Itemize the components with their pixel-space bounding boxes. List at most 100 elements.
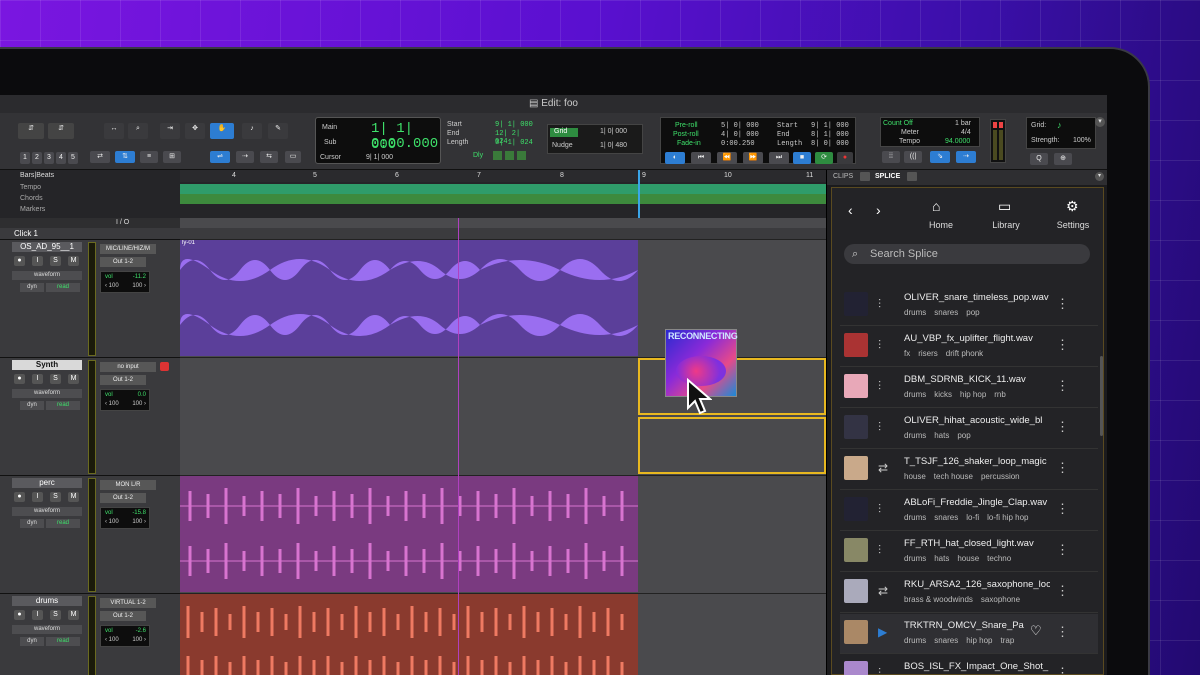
record-enable-button[interactable]: ●	[14, 492, 25, 502]
zoom-preset-5[interactable]: 5	[68, 152, 78, 164]
sample-tag[interactable]: snares	[934, 636, 958, 645]
sample-tag[interactable]: drums	[904, 636, 926, 645]
audio-clip[interactable]: ly-01	[180, 240, 638, 356]
r-button[interactable]	[493, 151, 502, 160]
fadein-label[interactable]: Fade-in	[677, 140, 701, 147]
tempo-value[interactable]: 94.0000	[945, 138, 970, 145]
quantize-icon[interactable]: Q	[1030, 153, 1048, 165]
metronome-icon[interactable]: ⁞⁞	[882, 151, 900, 163]
mute-button[interactable]: M	[68, 374, 79, 384]
more-options-icon[interactable]: ⋮	[1056, 501, 1069, 517]
preroll-label[interactable]: Pre-roll	[675, 122, 698, 129]
more-options-icon[interactable]: ⋮	[1056, 460, 1069, 476]
track-name[interactable]: perc	[12, 478, 82, 488]
sample-tag[interactable]: kicks	[934, 390, 952, 399]
nav-library-label[interactable]: Library	[976, 220, 1036, 230]
mirror-edit-icon[interactable]: ⇆	[260, 151, 278, 163]
forward-icon[interactable]: ›	[876, 202, 881, 218]
sample-tag[interactable]: pop	[966, 308, 979, 317]
zoom-midi-button[interactable]: ⇵	[48, 123, 74, 139]
audio-clip[interactable]	[180, 476, 638, 592]
sample-tag[interactable]: hats	[934, 431, 949, 440]
input-monitor-button[interactable]: I	[32, 256, 43, 266]
input-monitor-button[interactable]: I	[32, 374, 43, 384]
selection-start-value[interactable]: 9| 1| 000	[495, 121, 533, 129]
more-options-icon[interactable]: ⋮	[1056, 419, 1069, 435]
scrollbar[interactable]	[1100, 356, 1103, 436]
sample-tag[interactable]: trap	[1001, 636, 1015, 645]
sample-tag[interactable]: tech house	[934, 472, 973, 481]
meter-value[interactable]: 4/4	[961, 129, 971, 136]
transport-end-value[interactable]: 8| 1| 000	[811, 131, 849, 139]
volume-pan-display[interactable]: vol 0.0 ‹ 100 100 ›	[100, 389, 150, 411]
track-view-selector[interactable]: waveform	[12, 271, 82, 280]
sample-list-item[interactable]: ⇄ RKU_ARSA2_126_saxophone_loo brass & wood…	[840, 573, 1098, 613]
output-selector[interactable]: Out 1-2	[100, 375, 146, 385]
sample-tag[interactable]: rnb	[994, 390, 1006, 399]
play-loop-icon[interactable]: ⟳	[815, 152, 833, 164]
scrubber-tool-icon[interactable]: ♪	[242, 123, 262, 139]
folder-icon[interactable]: ▭	[998, 198, 1011, 215]
track-name[interactable]: OS_AD_95__1	[12, 242, 82, 252]
output-selector[interactable]: Out 1-2	[100, 611, 146, 621]
tab-to-transient-icon[interactable]: ⇢	[236, 151, 254, 163]
sample-tag[interactable]: hip hop	[966, 636, 992, 645]
input-selector[interactable]: VIRTUAL 1-2	[100, 598, 156, 608]
more-options-icon[interactable]: ⋮	[1056, 337, 1069, 353]
countoff-value[interactable]: 1 bar	[955, 120, 971, 127]
slip-mode-icon[interactable]: ⇅	[115, 151, 135, 163]
sample-tag[interactable]: drums	[904, 308, 926, 317]
zoom-preset-1[interactable]: 1	[20, 152, 30, 164]
sample-tag[interactable]: lo-fi hip hop	[987, 513, 1028, 522]
shuffle-mode-icon[interactable]: ⇄	[90, 151, 110, 163]
chords-ruler-label[interactable]: Chords	[20, 195, 43, 202]
tab-clips[interactable]: CLIPS	[833, 173, 853, 180]
tempo-ramp-icon[interactable]: ⇢	[956, 151, 976, 163]
playhead-marker[interactable]	[638, 170, 640, 218]
zoom-waveform-button[interactable]: ⇵	[18, 123, 44, 139]
volume-pan-display[interactable]: vol -11.2 ‹ 100 100 ›	[100, 271, 150, 293]
grid-label[interactable]: Grid	[550, 128, 578, 137]
track-lane-perc[interactable]	[180, 476, 826, 594]
splice-tab-icon[interactable]	[907, 172, 917, 181]
sample-list-item[interactable]: ⇄ T_TSJF_126_shaker_loop_magic house tech h…	[840, 450, 1098, 490]
chevron-down-icon[interactable]: ▾	[1095, 172, 1104, 181]
go-to-end-icon[interactable]: ⏭	[769, 152, 789, 164]
return-to-zero-icon[interactable]: ⏮	[691, 152, 711, 164]
clips-tab-icon[interactable]	[860, 172, 870, 181]
pencil-tool-icon[interactable]: ✎	[268, 123, 288, 139]
grabber-hand-icon[interactable]: ✋	[210, 123, 234, 139]
sample-list-item[interactable]: ⫶BOS_ISL_FX_Impact_One_Shot_fxtech house…	[840, 655, 1098, 675]
gear-icon[interactable]: ⚙	[1066, 198, 1079, 215]
track-name[interactable]: Click 1	[14, 229, 84, 239]
more-options-icon[interactable]: ⋮	[1056, 583, 1069, 599]
back-icon[interactable]: ‹	[848, 202, 853, 218]
search-icon[interactable]: ⌕	[128, 123, 148, 139]
waveform-icon[interactable]: ⫶	[878, 502, 881, 517]
tab-splice[interactable]: SPLICE	[875, 173, 900, 180]
sample-tag[interactable]: drums	[904, 554, 926, 563]
transport-length-value[interactable]: 8| 0| 000	[811, 140, 849, 148]
rewind-icon[interactable]: ⏪	[717, 152, 737, 164]
track-header-os-ad[interactable]: OS_AD_95__1 ● I S M waveform dyn read MI…	[0, 240, 180, 358]
sample-tag[interactable]: pop	[957, 431, 970, 440]
track-header-click[interactable]: Click 1	[0, 228, 180, 240]
waveform-icon[interactable]: ⫶	[878, 666, 881, 675]
countoff-label[interactable]: Count Off	[883, 120, 913, 127]
selection-length-value[interactable]: 3| 1| 024	[495, 139, 533, 147]
mute-button[interactable]: M	[68, 610, 79, 620]
record-icon[interactable]: ●	[837, 152, 853, 164]
spot-mode-icon[interactable]: ≡	[140, 151, 158, 163]
sample-list-item[interactable]: ⫶ DBM_SDRNB_KICK_11.wav drums kicks hip hop r…	[840, 368, 1098, 408]
nudge-value[interactable]: 1| 0| 480	[600, 142, 627, 149]
bars-beats-ruler-label[interactable]: Bars|Beats	[20, 172, 54, 179]
transport-start-value[interactable]: 9| 1| 000	[811, 122, 849, 130]
home-icon[interactable]: ⌂	[932, 198, 940, 214]
mute-button[interactable]: M	[68, 256, 79, 266]
sample-list-item[interactable]: ⫶ ABLoFi_Freddie_Jingle_Clap.wav drums snar…	[840, 491, 1098, 531]
waveform-icon[interactable]: ⫶	[878, 420, 881, 435]
sample-tag[interactable]: snares	[934, 513, 958, 522]
m-button[interactable]	[517, 151, 526, 160]
chords-track-band[interactable]	[180, 194, 826, 204]
zoom-in-icon[interactable]: ⊕	[1054, 153, 1072, 165]
